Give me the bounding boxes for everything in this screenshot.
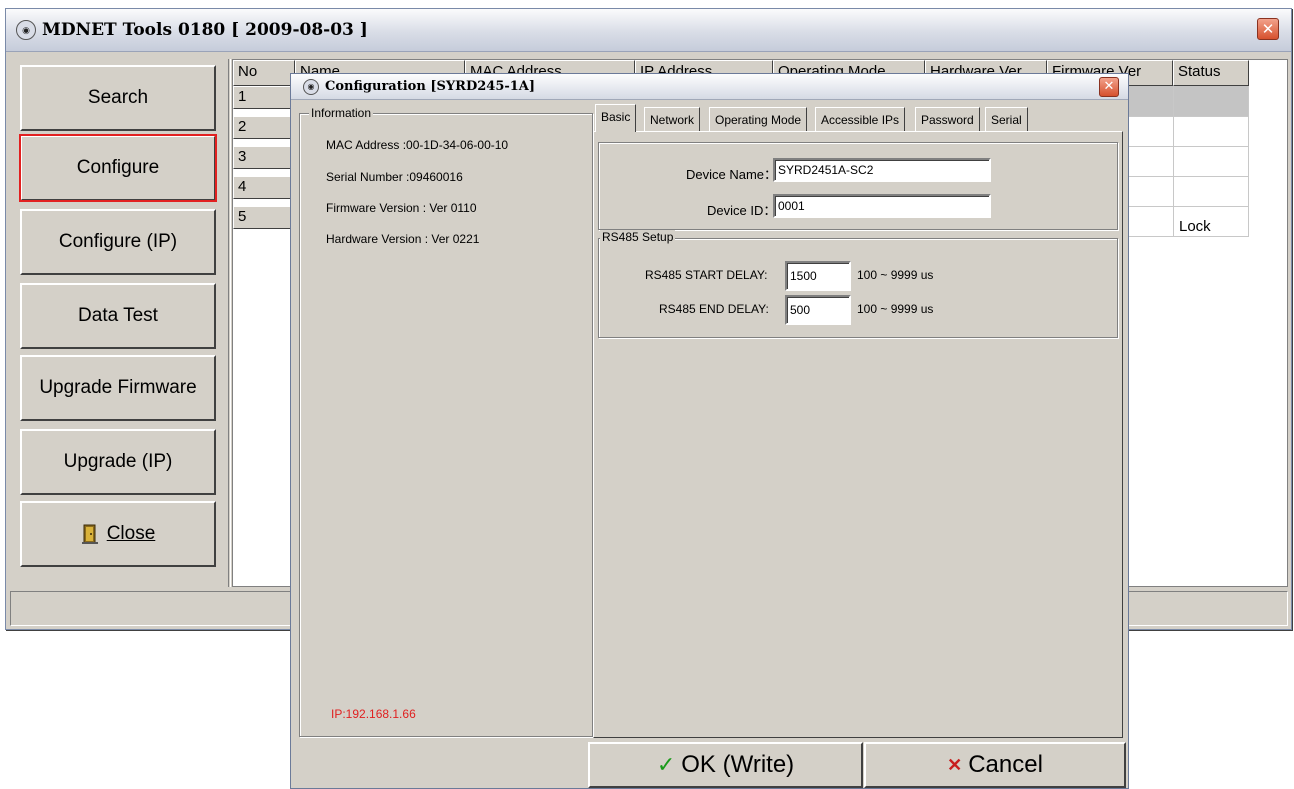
data-test-button[interactable]: Data Test [20, 283, 216, 349]
main-title-bar[interactable]: ◉ MDNET Tools 0180 [ 2009-08-03 ] ✕ [6, 9, 1291, 52]
ip-address-text: IP:192.168.1.66 [331, 707, 416, 721]
upgrade-firmware-button-label: Upgrade Firmware [39, 377, 197, 398]
main-window-title: MDNET Tools 0180 [ 2009-08-03 ] [42, 20, 368, 40]
search-button-label: Search [87, 87, 149, 108]
configure-ip-button[interactable]: Configure (IP) [20, 209, 216, 275]
device-id-label: Device ID： [707, 203, 777, 218]
configure-ip-button-label: Configure (IP) [58, 231, 178, 252]
information-group-label: Information [309, 106, 374, 120]
configure-button[interactable]: Configure [19, 134, 217, 202]
door-exit-icon [81, 524, 98, 544]
rs485-end-delay-range: 100 ~ 9999 us [857, 302, 934, 316]
device-name-label: Device Name： [686, 167, 778, 182]
status-cell: Lock [1179, 218, 1211, 235]
column-header-no[interactable]: No [233, 60, 295, 86]
table-row-number[interactable]: 4 [233, 176, 295, 199]
tab-serial[interactable]: Serial [985, 107, 1028, 131]
rs485-setup-group [598, 238, 1118, 338]
upgrade-ip-button-label: Upgrade (IP) [63, 451, 173, 472]
dialog-title-bar[interactable]: ◉ Configuration [SYRD245-1A] ✕ [291, 74, 1128, 100]
table-row-number[interactable]: 2 [233, 116, 295, 139]
device-id-input[interactable] [773, 194, 991, 218]
checkmark-icon: ✓ [656, 752, 676, 777]
upgrade-firmware-button[interactable]: Upgrade Firmware [20, 355, 216, 421]
data-test-button-label: Data Test [78, 305, 158, 326]
tab-operating-mode[interactable]: Operating Mode [709, 107, 808, 131]
dialog-close-button[interactable]: ✕ [1099, 77, 1119, 97]
sidebar-divider [228, 59, 231, 587]
firmware-version-text: Firmware Version : Ver 0110 [326, 201, 477, 215]
table-row-number[interactable]: 1 [233, 86, 295, 109]
tab-accessible-ips[interactable]: Accessible IPs [815, 107, 906, 131]
mac-address-text: MAC Address :00-1D-34-06-00-10 [326, 138, 509, 152]
tab-basic[interactable]: Basic [595, 104, 637, 132]
rs485-end-delay-input[interactable] [785, 295, 851, 325]
cancel-button-label: Cancel [968, 751, 1043, 778]
rs485-start-delay-range: 100 ~ 9999 us [857, 268, 934, 282]
cancel-button[interactable]: ✕ Cancel [864, 742, 1126, 788]
rs485-setup-group-label: RS485 Setup [600, 230, 676, 244]
table-gridline [1173, 86, 1174, 236]
tab-password[interactable]: Password [915, 107, 980, 131]
dialog-title: Configuration [SYRD245-1A] [325, 79, 536, 94]
configuration-dialog: ◉ Configuration [SYRD245-1A] ✕ Informati… [290, 73, 1129, 789]
configure-button-label: Configure [76, 157, 160, 178]
close-button-label: Close [106, 523, 156, 544]
tab-network[interactable]: Network [644, 107, 701, 131]
table-row-number[interactable]: 5 [233, 206, 295, 229]
rs485-start-delay-label: RS485 START DELAY: [645, 268, 768, 282]
ok-write-button[interactable]: ✓ OK (Write) [588, 742, 863, 788]
column-header-status[interactable]: Status [1173, 60, 1249, 86]
upgrade-ip-button[interactable]: Upgrade (IP) [20, 429, 216, 495]
close-button[interactable]: Close [20, 501, 216, 567]
hardware-version-text: Hardware Version : Ver 0221 [326, 232, 480, 246]
rs485-end-delay-label: RS485 END DELAY: [659, 302, 769, 316]
table-row-number[interactable]: 3 [233, 146, 295, 169]
table-gridline [1248, 86, 1249, 236]
x-mark-icon: ✕ [947, 754, 963, 775]
dialog-app-icon: ◉ [303, 79, 319, 95]
ok-write-button-label: OK (Write) [681, 751, 795, 778]
search-button[interactable]: Search [20, 65, 216, 131]
serial-number-text: Serial Number :09460016 [326, 170, 463, 184]
device-name-input[interactable] [773, 158, 991, 182]
rs485-start-delay-input[interactable] [785, 261, 851, 291]
main-close-button[interactable]: ✕ [1257, 18, 1279, 40]
app-icon: ◉ [16, 20, 36, 40]
